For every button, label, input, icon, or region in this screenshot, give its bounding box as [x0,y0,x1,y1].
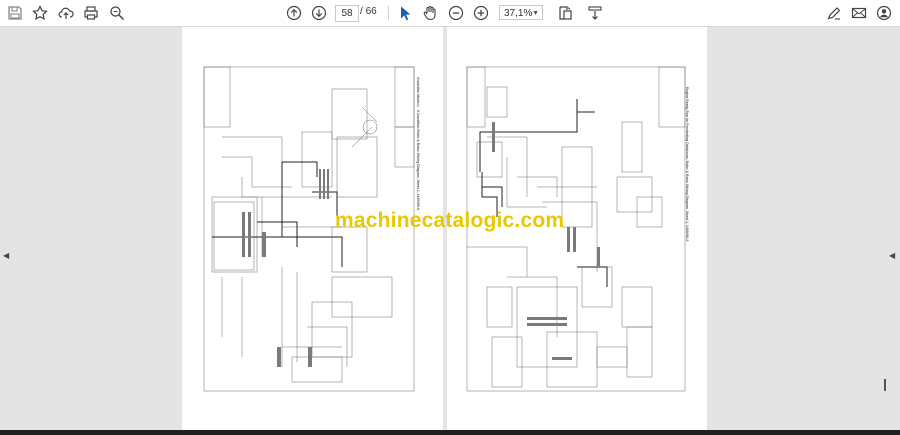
page-up-icon[interactable] [284,3,304,23]
page-number-input[interactable]: 58 [335,5,359,22]
email-icon[interactable] [849,3,869,23]
zoom-in-icon[interactable] [471,3,491,23]
zoom-level-select[interactable]: 37,1% ▼ [499,5,543,20]
zoom-level-value: 37,1% [504,8,533,19]
hand-pan-icon[interactable] [420,3,440,23]
toolbar-divider [388,6,389,20]
sign-pen-icon[interactable] [824,3,844,23]
pdf-toolbar: 58 / 66 37,1% ▼ [0,0,900,27]
fit-page-icon[interactable] [555,3,575,23]
caret-left-icon[interactable]: ◀ [3,251,9,260]
account-icon[interactable] [874,3,894,23]
watermark-text: machinecatalogic.com [335,209,565,232]
bookmark-star-icon[interactable] [30,3,50,23]
page-total-label: / 66 [360,6,377,17]
select-pointer-icon[interactable] [395,3,415,23]
chevron-down-icon: ▼ [532,10,539,17]
upload-cloud-icon[interactable] [56,3,76,23]
zoom-out-icon[interactable] [446,3,466,23]
vertical-scrollbar[interactable] [884,379,886,391]
document-viewport[interactable]: ◀ ◀ Gradsthm Master™ II Condition Rotor … [0,27,900,430]
save-icon[interactable] [5,3,25,23]
left-page-title: Gradsthm Master™ II Condition Rotor & Ro… [416,77,420,211]
page-separator: / [360,6,363,17]
taskbar-strip [0,430,900,435]
print-icon[interactable] [81,3,101,23]
page-total-value: 66 [365,6,377,17]
page-down-icon[interactable] [309,3,329,23]
right-page-title: Engine Ready Run for Prestarting Databoo… [685,87,689,242]
zoom-search-icon[interactable] [107,3,127,23]
scroll-mode-icon[interactable] [585,3,605,23]
caret-right-icon[interactable]: ◀ [889,251,895,260]
